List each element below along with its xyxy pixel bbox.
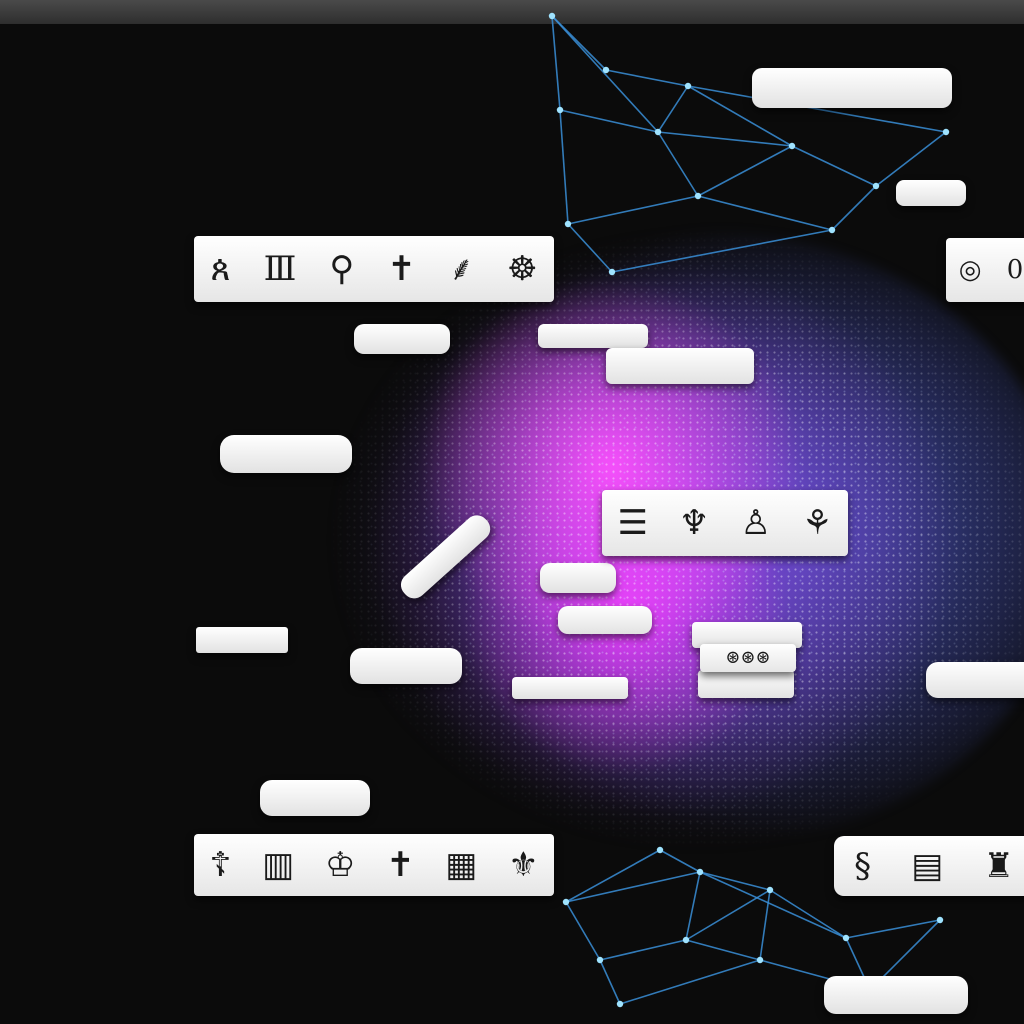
network-node xyxy=(936,916,944,924)
glyph-card: § ▤ ♜ xyxy=(834,836,1024,896)
network-edge xyxy=(699,871,847,939)
network-edge xyxy=(567,223,613,273)
blank-label xyxy=(896,180,966,206)
network-node xyxy=(562,898,570,906)
blank-label xyxy=(512,677,628,699)
glyph-row: ☦ ▥ ♔ ✝ ▦ ⚜ xyxy=(194,834,554,896)
glyph-row: ⊛⊛⊛ xyxy=(700,644,796,672)
network-node xyxy=(654,128,662,136)
glyph-f-icon: ☸ xyxy=(507,249,538,289)
blank-label xyxy=(354,324,450,354)
network-edge xyxy=(791,145,877,187)
network-node xyxy=(942,128,950,136)
glyph-j-icon: ♆ xyxy=(679,503,710,543)
network-edge xyxy=(605,69,689,87)
network-edge xyxy=(565,849,661,903)
glyph-i-icon: ☰ xyxy=(617,503,648,543)
blank-label xyxy=(558,606,652,634)
network-edge xyxy=(619,959,761,1005)
network-node xyxy=(788,142,796,150)
glyph-row: ጰ Ⅲ ⚲ ✝ ⸙ ☸ xyxy=(194,236,554,302)
network-node xyxy=(872,182,880,190)
network-edge xyxy=(559,109,659,133)
network-edge xyxy=(875,131,947,187)
network-node xyxy=(596,956,604,964)
network-node xyxy=(656,846,664,854)
blank-label xyxy=(220,435,352,473)
glyph-v-icon: ♜ xyxy=(983,846,1014,886)
glyph-card: ⊛⊛⊛ xyxy=(700,644,796,672)
network-edge xyxy=(599,959,621,1005)
network-node xyxy=(548,12,556,20)
network-edge xyxy=(567,195,699,225)
glyph-g-icon: ◎ xyxy=(958,255,982,285)
network-node xyxy=(766,886,774,894)
glyph-p-icon: ♔ xyxy=(324,845,356,885)
network-node xyxy=(602,66,610,74)
network-node xyxy=(608,268,616,276)
network-node xyxy=(616,1000,624,1008)
abstract-network-illustration: ጰ Ⅲ ⚲ ✝ ⸙ ☸ ◎ 0 ☰ ♆ ♙ ⚘ ⊛⊛⊛ ☦ ▥ ♔ ✝ ▦ ⚜ … xyxy=(0,0,1024,1024)
glyph-card: ጰ Ⅲ ⚲ ✝ ⸙ ☸ xyxy=(194,236,554,302)
network-edge xyxy=(697,145,793,197)
network-edge xyxy=(657,85,689,133)
glyph-m-icon: ⊛⊛⊛ xyxy=(725,647,771,668)
network-edge xyxy=(659,849,701,873)
glyph-row: ☰ ♆ ♙ ⚘ xyxy=(602,490,848,556)
glyph-card: ◎ 0 xyxy=(946,238,1024,302)
network-node xyxy=(694,192,702,200)
glyph-o-icon: ▥ xyxy=(262,845,295,885)
network-node xyxy=(756,956,764,964)
glyph-s-icon: ⚜ xyxy=(508,845,539,885)
network-edge xyxy=(769,889,847,939)
network-edge xyxy=(565,901,601,961)
glyph-n-icon: ☦ xyxy=(209,845,232,885)
glyph-row: ◎ 0 xyxy=(946,238,1024,302)
glyph-t-icon: § xyxy=(854,846,872,886)
network-edge xyxy=(831,185,877,231)
glyph-q-icon: ✝ xyxy=(386,845,415,885)
glyph-h-icon: 0 xyxy=(1006,255,1024,285)
blank-label xyxy=(540,563,616,593)
blank-label xyxy=(538,324,648,348)
glyph-row: § ▤ ♜ xyxy=(834,836,1024,896)
glyph-b-icon: Ⅲ xyxy=(263,249,297,289)
network-edge xyxy=(657,131,699,197)
network-edge xyxy=(697,195,833,231)
network-edge xyxy=(685,939,761,961)
blank-label xyxy=(698,670,794,698)
network-node xyxy=(696,868,704,876)
blank-label xyxy=(260,780,370,816)
glyph-a-icon: ጰ xyxy=(210,249,231,289)
network-edge xyxy=(565,871,701,903)
blank-label xyxy=(606,348,754,384)
blank-label xyxy=(824,976,968,1014)
glyph-u-icon: ▤ xyxy=(911,846,944,886)
network-edge xyxy=(611,229,833,273)
glyph-c-icon: ⚲ xyxy=(329,249,355,289)
network-edge xyxy=(685,871,701,941)
glyph-k-icon: ♙ xyxy=(740,503,771,543)
network-node xyxy=(842,934,850,942)
network-edge xyxy=(559,109,569,225)
blank-label xyxy=(926,662,1024,698)
glyph-d-icon: ✝ xyxy=(387,249,416,289)
blank-label xyxy=(752,68,952,108)
network-node xyxy=(564,220,572,228)
glyph-card: ☰ ♆ ♙ ⚘ xyxy=(602,490,848,556)
network-node xyxy=(828,226,836,234)
blank-label xyxy=(350,648,462,684)
network-node xyxy=(684,82,692,90)
glyph-e-icon: ⸙ xyxy=(448,249,475,289)
network-node xyxy=(556,106,564,114)
network-node xyxy=(682,936,690,944)
network-edge xyxy=(845,919,941,939)
glyph-card: ☦ ▥ ♔ ✝ ▦ ⚜ xyxy=(194,834,554,896)
glyph-r-icon: ▦ xyxy=(445,845,478,885)
network-edge xyxy=(551,15,659,133)
network-edge xyxy=(551,15,561,111)
glyph-l-icon: ⚘ xyxy=(802,503,833,543)
network-edge xyxy=(599,939,687,961)
blank-label xyxy=(196,627,288,653)
